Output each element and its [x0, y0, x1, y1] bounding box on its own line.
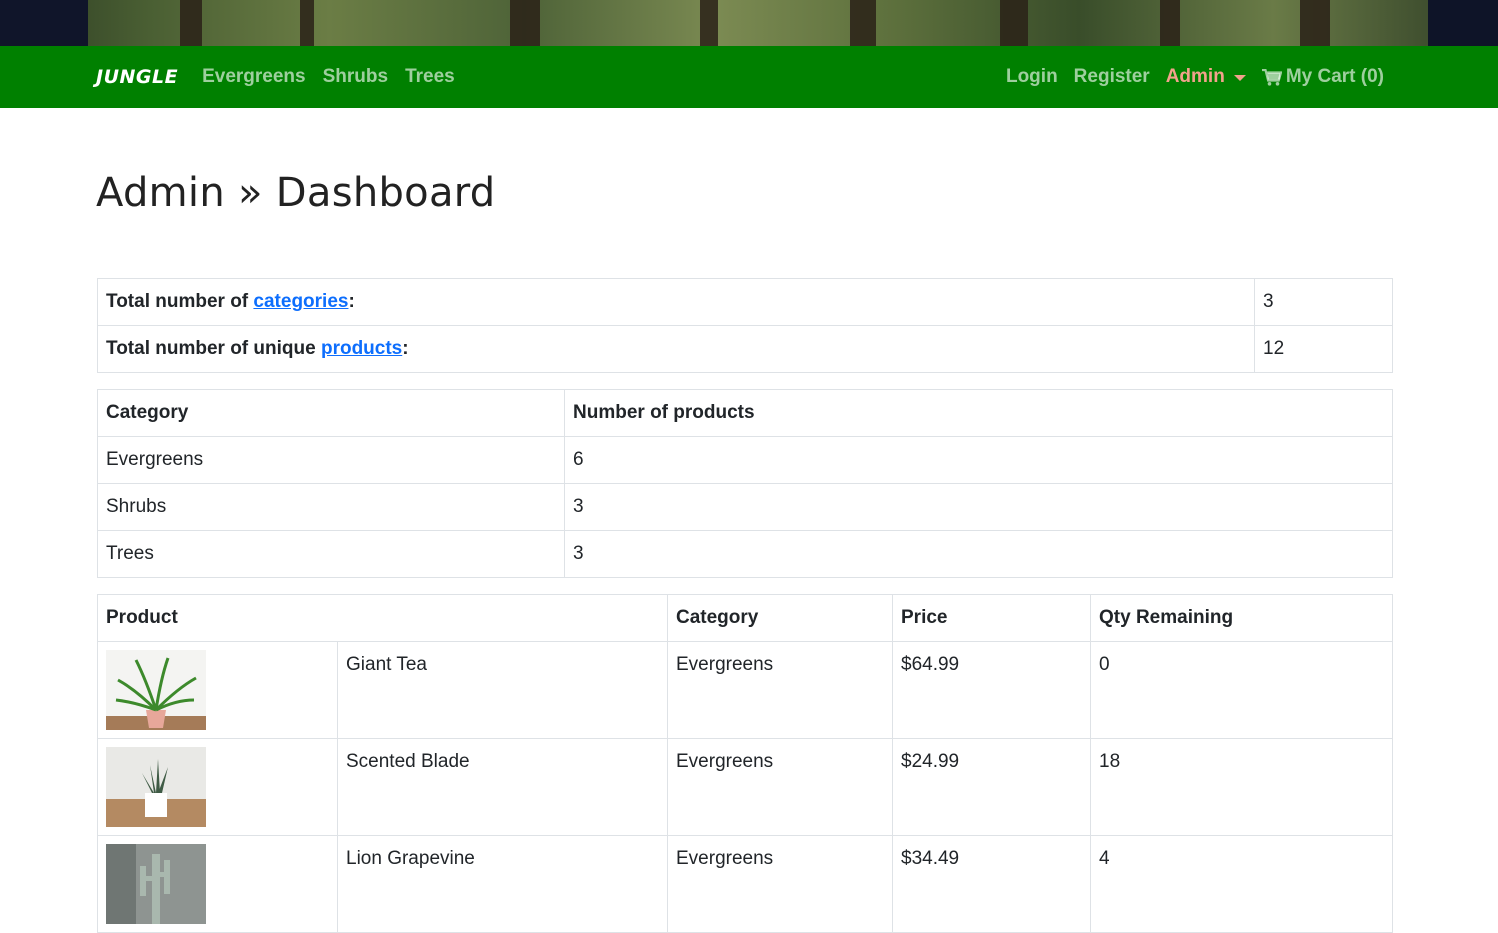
column-header-price: Price: [892, 594, 1091, 642]
product-category: Evergreens: [667, 738, 893, 836]
summary-table: Total number of categories: 3 Total numb…: [97, 278, 1393, 373]
product-image-fern-plant: [106, 650, 206, 730]
page-title: Admin » Dashboard: [96, 170, 496, 216]
summary-label-colon: :: [348, 291, 355, 312]
product-price: $34.49: [892, 835, 1091, 933]
product-thumbnail-cell: [97, 738, 338, 836]
nav-left-group: JUNGLE Evergreens Shrubs Trees: [96, 66, 472, 88]
table-row: Evergreens 6: [97, 436, 1393, 484]
category-name: Trees: [97, 530, 565, 578]
nav-link-trees[interactable]: Trees: [405, 66, 455, 88]
category-count: 6: [564, 436, 1393, 484]
shopping-cart-icon: [1261, 68, 1282, 86]
category-table-header: Category Number of products: [97, 389, 1393, 437]
product-thumbnail-cell: [97, 641, 338, 739]
banner-shadow-left: [0, 0, 88, 46]
product-name: Lion Grapevine: [337, 835, 668, 933]
summary-label-products: Total number of unique products:: [97, 325, 1255, 373]
product-name: Scented Blade: [337, 738, 668, 836]
product-category: Evergreens: [667, 835, 893, 933]
admin-dropdown[interactable]: Admin: [1166, 66, 1246, 88]
main-content: Admin » Dashboard Total number of catego…: [0, 170, 1498, 933]
cart-label: My Cart (0): [1285, 66, 1384, 87]
product-qty: 4: [1090, 835, 1393, 933]
main-navbar: JUNGLE Evergreens Shrubs Trees Login Reg…: [0, 46, 1498, 108]
product-qty: 18: [1090, 738, 1393, 836]
products-link[interactable]: products: [321, 338, 402, 359]
product-image-snake-plant: [106, 747, 206, 827]
product-qty-text: 4: [1099, 848, 1110, 869]
column-header-category: Category: [667, 594, 893, 642]
product-price-text: $64.99: [901, 654, 960, 675]
admin-label: Admin: [1165, 66, 1225, 87]
column-header-category: Category: [97, 389, 565, 437]
categories-count: 3: [1254, 278, 1393, 326]
banner-tree-trunk: [850, 0, 876, 46]
caret-down-icon: [1233, 75, 1246, 81]
product-qty-text: 0: [1099, 654, 1110, 675]
login-link[interactable]: Login: [1006, 66, 1058, 88]
table-row: Giant Tea Evergreens $64.99 0: [97, 641, 1393, 739]
product-thumbnail-cell: [97, 835, 338, 933]
product-category-text: Evergreens: [676, 654, 774, 675]
summary-row-categories: Total number of categories: 3: [97, 278, 1393, 326]
brand-logo[interactable]: JUNGLE: [96, 66, 178, 88]
product-category-text: Evergreens: [676, 848, 774, 869]
product-category-text: Evergreens: [676, 751, 774, 772]
product-name-text: Lion Grapevine: [346, 848, 475, 869]
category-name: Shrubs: [97, 483, 565, 531]
product-name-text: Scented Blade: [346, 751, 470, 772]
register-link[interactable]: Register: [1074, 66, 1150, 88]
table-row: Trees 3: [97, 530, 1393, 578]
column-header-qty-remaining: Qty Remaining: [1090, 594, 1393, 642]
banner-tree-trunk: [1300, 0, 1330, 46]
categories-link[interactable]: categories: [253, 291, 348, 312]
product-qty-text: 18: [1099, 751, 1121, 772]
summary-label-colon: :: [402, 338, 409, 359]
summary-label-text: Total number of: [106, 291, 254, 312]
column-header-number-of-products: Number of products: [564, 389, 1393, 437]
product-name: Giant Tea: [337, 641, 668, 739]
banner-tree-trunk: [700, 0, 718, 46]
header-banner-image: [0, 0, 1498, 46]
column-header-product: Product: [97, 594, 668, 642]
product-price-text: $34.49: [901, 848, 960, 869]
summary-label-text: Total number of unique: [106, 338, 321, 359]
table-row: Scented Blade Evergreens $24.99 18: [97, 738, 1393, 836]
nav-link-evergreens[interactable]: Evergreens: [202, 66, 306, 88]
banner-tree-trunk: [1160, 0, 1180, 46]
nav-right-group: Login Register Admin My Cart (0): [990, 66, 1384, 88]
category-name: Evergreens: [97, 436, 565, 484]
cart-link[interactable]: My Cart (0): [1261, 66, 1384, 88]
product-table: Product Category Price Qty Remaining Gia: [97, 594, 1393, 933]
summary-label-categories: Total number of categories:: [97, 278, 1255, 326]
banner-tree-trunk: [180, 0, 202, 46]
product-qty: 0: [1090, 641, 1393, 739]
table-row: Shrubs 3: [97, 483, 1393, 531]
product-table-header: Product Category Price Qty Remaining: [97, 594, 1393, 642]
category-count: 3: [564, 483, 1393, 531]
products-count: 12: [1254, 325, 1393, 373]
category-table: Category Number of products Evergreens 6…: [97, 389, 1393, 578]
product-category: Evergreens: [667, 641, 893, 739]
product-price: $64.99: [892, 641, 1091, 739]
nav-link-shrubs[interactable]: Shrubs: [323, 66, 388, 88]
banner-tree-trunk: [1000, 0, 1028, 46]
table-row: Lion Grapevine Evergreens $34.49 4: [97, 835, 1393, 933]
banner-tree-trunk: [510, 0, 540, 46]
banner-shadow-right: [1428, 0, 1498, 46]
product-price: $24.99: [892, 738, 1091, 836]
banner-tree-trunk: [300, 0, 314, 46]
category-count: 3: [564, 530, 1393, 578]
product-name-text: Giant Tea: [346, 654, 427, 675]
summary-row-products: Total number of unique products: 12: [97, 325, 1393, 373]
product-image-cactus-plant: [106, 844, 206, 924]
product-price-text: $24.99: [901, 751, 960, 772]
